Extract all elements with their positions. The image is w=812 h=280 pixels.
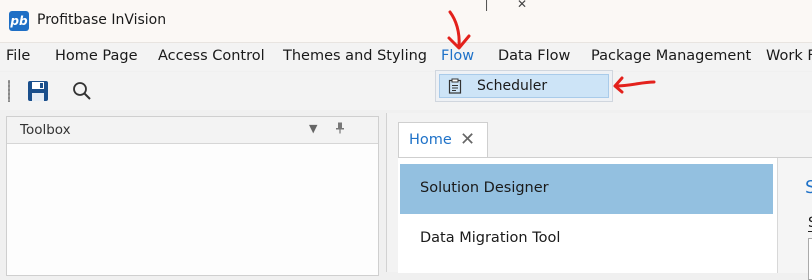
toolbar-grip[interactable]	[8, 80, 10, 102]
menu-bar: File Home Page Access Control Themes and…	[0, 43, 812, 71]
minimize-icon[interactable]: │	[483, 0, 490, 10]
menu-data-flow[interactable]: Data Flow	[498, 48, 570, 64]
toolbox-panel: Toolbox ▼	[6, 116, 379, 276]
home-content: Solution Designer Data Migration Tool S …	[398, 157, 812, 280]
app-title: Profitbase InVision	[37, 12, 167, 28]
tool-list: Solution Designer Data Migration Tool	[400, 164, 773, 274]
menu-package-management[interactable]: Package Management	[591, 48, 751, 64]
details-heading: S	[805, 177, 812, 198]
tab-home[interactable]: Home ✕	[398, 122, 488, 158]
details-panel: S S	[777, 158, 812, 280]
list-item-data-migration-tool[interactable]: Data Migration Tool	[400, 214, 773, 264]
menu-themes-and-styling[interactable]: Themes and Styling	[283, 48, 427, 64]
document-area: Home ✕ Solution Designer Data Migration …	[386, 113, 812, 280]
tab-home-label: Home	[409, 132, 452, 148]
toolbox-header: Toolbox ▼	[7, 117, 378, 144]
app-logo: pb	[9, 11, 29, 31]
close-icon[interactable]: ✕	[460, 129, 475, 150]
menu-home-page[interactable]: Home Page	[55, 48, 138, 64]
list-item-label: Data Migration Tool	[420, 230, 561, 246]
search-icon[interactable]	[69, 78, 95, 104]
toolbar	[0, 72, 812, 110]
menu-work-partial[interactable]: Work F	[766, 48, 812, 64]
pin-icon[interactable]	[335, 122, 345, 137]
toolbox-title: Toolbox	[20, 122, 71, 138]
save-icon[interactable]	[25, 78, 51, 104]
details-input[interactable]	[808, 238, 812, 280]
title-bar: pb Profitbase InVision │ ✕	[0, 0, 812, 43]
list-item-solution-designer[interactable]: Solution Designer	[400, 164, 773, 214]
menu-item-scheduler[interactable]: Scheduler	[439, 74, 609, 98]
close-window-icon[interactable]: ✕	[517, 0, 527, 10]
menu-file[interactable]: File	[6, 48, 30, 64]
flow-dropdown-menu: Scheduler	[435, 70, 613, 102]
menu-item-scheduler-label: Scheduler	[477, 78, 548, 94]
list-item-label: Solution Designer	[420, 180, 549, 196]
clipboard-icon	[448, 78, 462, 98]
chevron-down-icon[interactable]: ▼	[309, 122, 317, 135]
menu-access-control[interactable]: Access Control	[158, 48, 265, 64]
menu-flow[interactable]: Flow	[441, 48, 474, 64]
details-tab[interactable]: S	[808, 215, 812, 232]
